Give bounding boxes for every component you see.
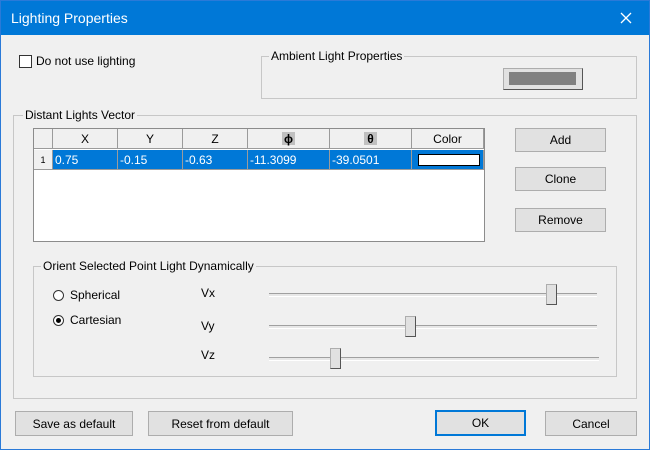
cancel-button[interactable]: Cancel [545,411,637,436]
column-header-theta[interactable]: θ [330,129,412,149]
remove-button[interactable]: Remove [515,208,606,232]
no-lighting-checkbox[interactable] [19,55,32,68]
clone-button[interactable]: Clone [515,167,606,191]
cartesian-radio-dot [56,318,61,323]
close-button[interactable] [603,1,649,35]
theta-icon: θ [367,131,374,146]
vz-slider-thumb[interactable] [330,348,341,369]
cell-z[interactable]: -0.63 [183,150,248,170]
lights-table[interactable]: X Y Z ϕ θ Color 1 0.75 -0.15 -0.63 -11.3… [33,128,485,242]
orient-light-group-title: Orient Selected Point Light Dynamically [41,259,256,273]
column-header-color[interactable]: Color [412,129,484,149]
distant-lights-group-title: Distant Lights Vector [23,108,138,122]
reset-from-default-button[interactable]: Reset from default [148,411,293,436]
cartesian-radio[interactable] [53,315,64,326]
cell-theta[interactable]: -39.0501 [330,150,412,170]
no-lighting-label: Do not use lighting [36,54,136,68]
title-bar[interactable]: Lighting Properties [1,1,649,35]
cell-x[interactable]: 0.75 [53,150,118,170]
header-corner [34,129,53,149]
vy-label: Vy [201,319,215,333]
save-as-default-button[interactable]: Save as default [15,411,133,436]
vx-slider-thumb[interactable] [546,284,558,305]
vz-slider-track[interactable] [269,357,599,361]
ambient-light-group-title: Ambient Light Properties [269,49,405,63]
vx-label: Vx [201,286,216,300]
cartesian-label: Cartesian [70,313,122,327]
cell-phi[interactable]: -11.3099 [248,150,330,170]
column-header-x[interactable]: X [53,129,118,149]
ambient-color-button[interactable] [503,68,583,90]
vz-label: Vz [201,348,216,362]
close-icon [620,12,632,24]
ambient-color-swatch [509,72,576,85]
vy-slider-track[interactable] [269,325,597,329]
vy-slider-thumb[interactable] [405,316,417,337]
row-number[interactable]: 1 [34,150,53,170]
light-color-swatch [418,154,480,166]
phi-icon: ϕ [284,131,293,146]
ok-button[interactable]: OK [435,410,526,436]
add-button[interactable]: Add [515,128,606,152]
cell-y[interactable]: -0.15 [118,150,183,170]
cell-color[interactable] [412,150,484,170]
window-title: Lighting Properties [11,10,128,26]
column-header-z[interactable]: Z [183,129,248,149]
column-header-y[interactable]: Y [118,129,183,149]
spherical-label: Spherical [70,288,121,302]
spherical-radio[interactable] [53,290,64,301]
table-header: X Y Z ϕ θ Color [34,129,484,150]
lighting-properties-dialog: Lighting Properties Do not use lighting … [0,0,650,450]
column-header-phi[interactable]: ϕ [248,129,330,149]
